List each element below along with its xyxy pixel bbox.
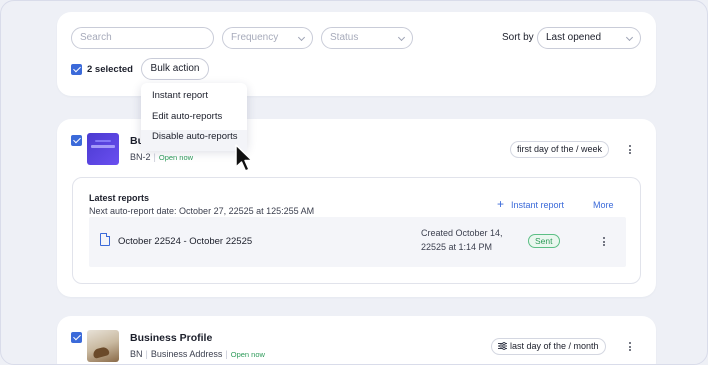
business-thumbnail[interactable] [87, 133, 119, 165]
select-all-checkbox[interactable] [71, 64, 82, 75]
latest-reports-title: Latest reports [89, 193, 150, 203]
frequency-placeholder: Frequency [231, 32, 279, 43]
sort-select[interactable]: Last opened [537, 27, 641, 49]
business-address: Business Address [150, 349, 223, 359]
document-icon [100, 233, 110, 246]
status-select[interactable]: Status [321, 27, 413, 49]
app-frame: Search Frequency Status Sort by Last ope… [0, 0, 708, 365]
selected-count: 2 selected [87, 64, 133, 75]
latest-reports-panel: Latest reports Next auto-report date: Oc… [72, 177, 641, 284]
frequency-text: last day of the / month [510, 341, 599, 351]
frequency-tag[interactable]: first day of the / week [510, 141, 610, 158]
more-vertical-icon[interactable] [629, 145, 632, 156]
business-name[interactable]: Business Profile [130, 332, 212, 344]
bulk-action-menu: Instant report Edit auto-reports Disable… [141, 83, 247, 151]
frequency-select[interactable]: Frequency [222, 27, 313, 49]
business-meta: BN | Business Address | Open now [130, 349, 265, 359]
report-row[interactable]: October 22524 - October 22525 Created Oc… [89, 217, 626, 267]
chevron-down-icon [625, 33, 634, 42]
business-meta: BN-2 | Open now [130, 152, 194, 162]
more-vertical-icon[interactable] [629, 342, 632, 353]
next-report-date: Next auto-report date: October 27, 22525… [89, 206, 315, 216]
business-code: BN [130, 349, 143, 359]
business-card: Business Profile BN | Business Address | Ope… [57, 316, 656, 364]
search-input[interactable]: Search [71, 27, 214, 49]
report-range: October 22524 - October 22525 [118, 236, 253, 247]
report-created-line2: 22525 at 1:14 PM [421, 242, 493, 252]
menu-item-disable-auto-reports[interactable]: Disable auto-reports [141, 130, 247, 151]
report-created-line1: Created October 14, [421, 228, 503, 238]
chevron-down-icon [397, 33, 406, 42]
sort-label: Sort by [502, 32, 534, 43]
plus-icon: + [497, 197, 505, 211]
sliders-icon [498, 341, 507, 351]
chevron-down-icon [297, 33, 306, 42]
frequency-tag[interactable]: last day of the / month [491, 338, 606, 355]
mouse-cursor-icon [235, 144, 253, 172]
menu-item-edit-auto-reports[interactable]: Edit auto-reports [141, 110, 247, 131]
more-link[interactable]: More [593, 200, 614, 210]
business-thumbnail[interactable] [87, 330, 119, 362]
sort-value: Last opened [546, 32, 602, 43]
status-placeholder: Status [330, 32, 359, 43]
search-placeholder: Search [80, 32, 112, 43]
status-badge: Sent [528, 234, 560, 248]
bulk-action-button[interactable]: Bulk action [141, 58, 209, 80]
more-vertical-icon[interactable] [603, 237, 606, 248]
open-status: Open now [158, 153, 194, 162]
menu-item-instant-report[interactable]: Instant report [141, 89, 247, 110]
open-status: Open now [230, 350, 265, 359]
instant-report-link[interactable]: Instant report [511, 200, 564, 210]
business-code: BN-2 [130, 152, 151, 162]
business-checkbox[interactable] [71, 135, 82, 146]
business-checkbox[interactable] [71, 332, 82, 343]
